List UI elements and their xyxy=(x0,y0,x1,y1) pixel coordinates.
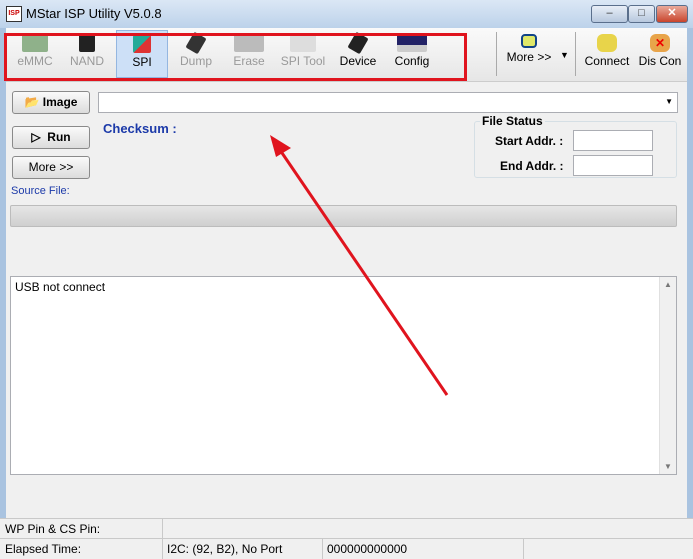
annotation-arrow xyxy=(270,135,449,396)
